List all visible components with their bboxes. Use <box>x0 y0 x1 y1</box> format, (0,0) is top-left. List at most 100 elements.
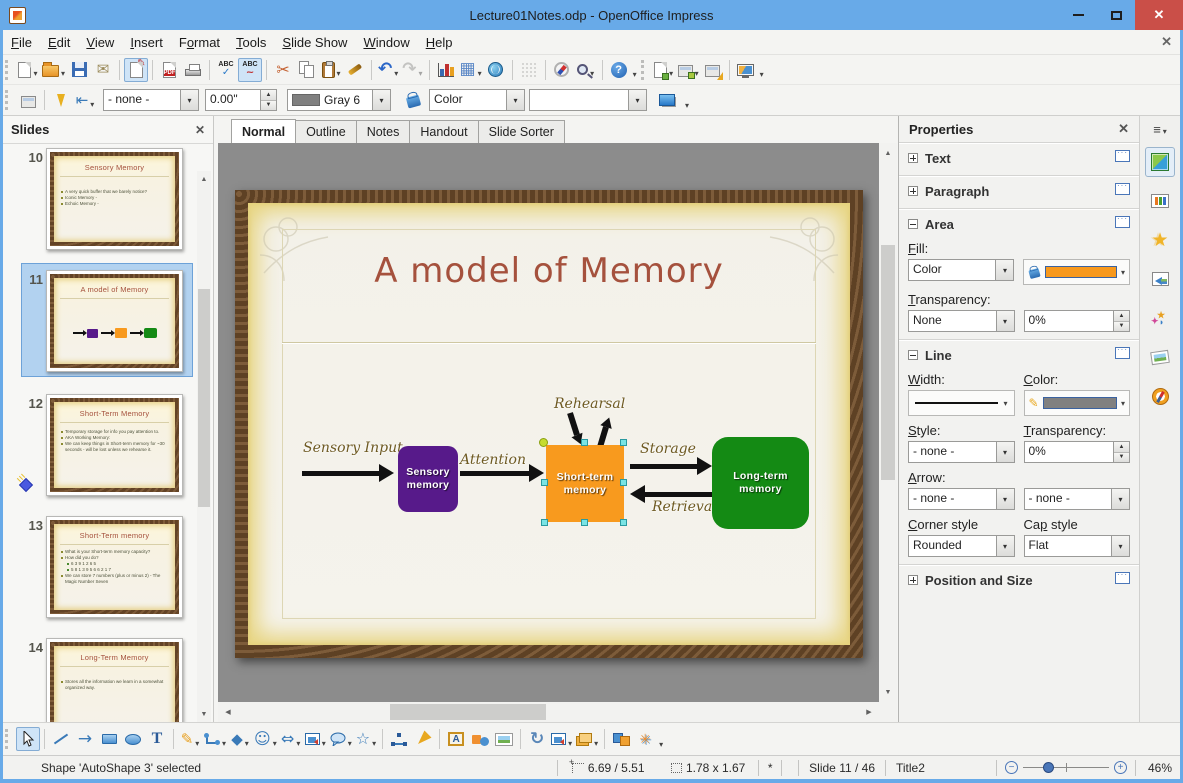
expand-icon[interactable] <box>908 186 918 196</box>
fill-color-combo[interactable]: ▾ <box>529 89 647 111</box>
selection-handle[interactable] <box>541 519 548 526</box>
close-button[interactable]: ✕ <box>1135 0 1183 30</box>
copy-button[interactable] <box>295 58 319 82</box>
navigator-button[interactable] <box>550 58 574 82</box>
stars-dropdown-icon[interactable]: ▾ <box>372 739 376 748</box>
zoom-button[interactable]: ▾ <box>574 58 598 82</box>
menu-help[interactable]: Help <box>418 32 461 53</box>
help-button[interactable]: ? <box>607 58 631 82</box>
flowchart-button[interactable]: ▾ <box>303 727 328 751</box>
tab-outline[interactable]: Outline <box>295 120 357 143</box>
tab-handout[interactable]: Handout <box>409 120 479 143</box>
new-document-button[interactable]: ▾ <box>16 58 40 82</box>
sidebar-tab-effects[interactable]: ✦ ★ ◗ <box>1145 303 1175 333</box>
toolbar-overflow-icon[interactable]: ▾ <box>633 70 637 79</box>
scroll-left-icon[interactable]: ◀ <box>221 704 235 720</box>
sidebar-tab-master-pages[interactable] <box>1145 186 1175 216</box>
callouts-dropdown-icon[interactable]: ▾ <box>348 739 352 748</box>
arrow-begin-combo-button[interactable]: ▾ <box>995 489 1014 509</box>
possize-dialog-launcher-icon[interactable] <box>1115 570 1130 584</box>
sidebar-tab-slide-transition[interactable] <box>1145 264 1175 294</box>
line-color-combo[interactable]: Gray 6 ▾ <box>287 89 391 111</box>
adjust-handle[interactable] <box>539 438 548 447</box>
paste-button[interactable]: ▾ <box>319 58 343 82</box>
horizontal-scrollbar[interactable]: ◀ ▶ <box>218 702 879 722</box>
spin-down-icon[interactable]: ▼ <box>1114 452 1129 462</box>
select-tool-button[interactable] <box>16 727 40 751</box>
vertical-scrollbar[interactable]: ▲ ▼ <box>879 143 897 702</box>
arrow-sensory-input[interactable] <box>302 464 394 482</box>
sidebar-tab-custom-animation[interactable]: ★ <box>1145 225 1175 255</box>
scroll-up-icon[interactable]: ▲ <box>197 171 211 187</box>
line-toolbar-overflow-icon[interactable]: ▾ <box>685 101 689 110</box>
tab-slide-sorter[interactable]: Slide Sorter <box>477 120 565 143</box>
interaction-button[interactable]: ✳ <box>633 727 657 751</box>
collapse-icon[interactable] <box>908 219 918 229</box>
scroll-up-icon[interactable]: ▲ <box>879 145 897 161</box>
rotate-button[interactable]: ↻ <box>525 727 549 751</box>
fill-type-combo[interactable]: Color ▾ <box>908 259 1015 281</box>
insert-from-file-button[interactable] <box>468 727 492 751</box>
line-style-combo[interactable]: - none - ▾ <box>908 441 1015 463</box>
slide-layout-dropdown-icon[interactable]: ▾ <box>695 69 699 78</box>
curve-dropdown-icon[interactable]: ▾ <box>195 739 199 748</box>
shadow-button[interactable] <box>659 88 683 112</box>
transparency-type-combo[interactable]: None ▾ <box>908 310 1015 332</box>
block-arrows-dropdown-icon[interactable]: ▾ <box>296 739 300 748</box>
selection-handle[interactable] <box>581 439 588 446</box>
alignment-dropdown-icon[interactable]: ▾ <box>568 739 572 748</box>
basic-shapes-dropdown-icon[interactable]: ▾ <box>245 739 249 748</box>
text-tool-button[interactable]: T <box>145 727 169 751</box>
arrow-attention[interactable] <box>460 464 544 482</box>
arrow-storage[interactable] <box>630 457 712 475</box>
gallery-button[interactable] <box>492 727 516 751</box>
export-pdf-button[interactable]: PDF <box>157 58 181 82</box>
block-arrows-button[interactable]: ⇔ ▾ <box>279 727 303 751</box>
scroll-right-icon[interactable]: ▶ <box>862 704 876 720</box>
save-button[interactable] <box>67 58 91 82</box>
drawbar-overflow-icon[interactable]: ▾ <box>659 740 663 749</box>
arrow-style-dropdown-icon[interactable]: ▾ <box>90 100 94 109</box>
arrange-dropdown-icon[interactable]: ▾ <box>594 739 598 748</box>
paragraph-dialog-launcher-icon[interactable] <box>1115 181 1130 195</box>
connector-dropdown-icon[interactable]: ▾ <box>222 739 226 748</box>
expand-icon[interactable] <box>908 575 918 585</box>
display-grid-button[interactable] <box>517 58 541 82</box>
email-button[interactable]: ✉ <box>91 58 115 82</box>
line-transparency-spinner[interactable]: 0% ▲ ▼ <box>1023 441 1130 463</box>
toolbar-grip[interactable] <box>5 729 12 749</box>
scrollbar-thumb[interactable] <box>881 245 895 480</box>
tab-notes[interactable]: Notes <box>355 120 411 143</box>
selection-handle[interactable] <box>541 479 548 486</box>
ellipse-tool-button[interactable] <box>121 727 145 751</box>
slides-panel-close-icon[interactable]: ✕ <box>195 123 205 137</box>
rectangle-tool-button[interactable] <box>97 727 121 751</box>
edit-file-button[interactable]: ✎ <box>124 57 149 82</box>
spin-down-icon[interactable]: ▼ <box>1114 321 1129 331</box>
menu-insert[interactable]: Insert <box>122 32 171 53</box>
collapse-icon[interactable] <box>908 350 918 360</box>
area-dialog-button[interactable] <box>401 88 425 112</box>
styles-button[interactable] <box>16 88 40 112</box>
box-short-term-memory[interactable]: Short-term memory <box>546 445 624 522</box>
redo-button[interactable]: ↷ ▾ <box>400 58 424 82</box>
width-down-icon[interactable]: ▼ <box>261 100 276 110</box>
zoom-in-icon[interactable]: + <box>1114 761 1127 774</box>
zoom-percentage[interactable]: 46% <box>1136 761 1180 775</box>
menu-edit[interactable]: Edit <box>40 32 78 53</box>
fill-mode-combo[interactable]: Color ▾ <box>429 89 525 111</box>
line-width-dropdown-icon[interactable]: ▾ <box>1004 399 1008 408</box>
callouts-button[interactable]: ▾ <box>328 727 354 751</box>
box-sensory-memory[interactable]: Sensory memory <box>398 446 458 512</box>
zoom-slider[interactable]: − + <box>997 761 1135 774</box>
corner-style-combo-button[interactable]: ▾ <box>995 536 1014 556</box>
slide-canvas[interactable]: A model of Memory Sensory Input Sensory … <box>235 190 863 658</box>
maximize-button[interactable] <box>1097 0 1135 30</box>
transparency-spinner[interactable]: 0% ▲ ▼ <box>1023 310 1130 332</box>
undo-button[interactable]: ↶ ▾ <box>376 58 400 82</box>
fill-type-combo-button[interactable]: ▾ <box>995 260 1014 280</box>
line-width-spinner[interactable]: 0.00" ▲ ▼ <box>205 89 277 111</box>
line-color-picker[interactable]: ✎ ▾ <box>1023 390 1130 416</box>
document-close-icon[interactable]: ✕ <box>1161 34 1172 50</box>
new-slide-button[interactable]: ▾ <box>652 58 676 82</box>
